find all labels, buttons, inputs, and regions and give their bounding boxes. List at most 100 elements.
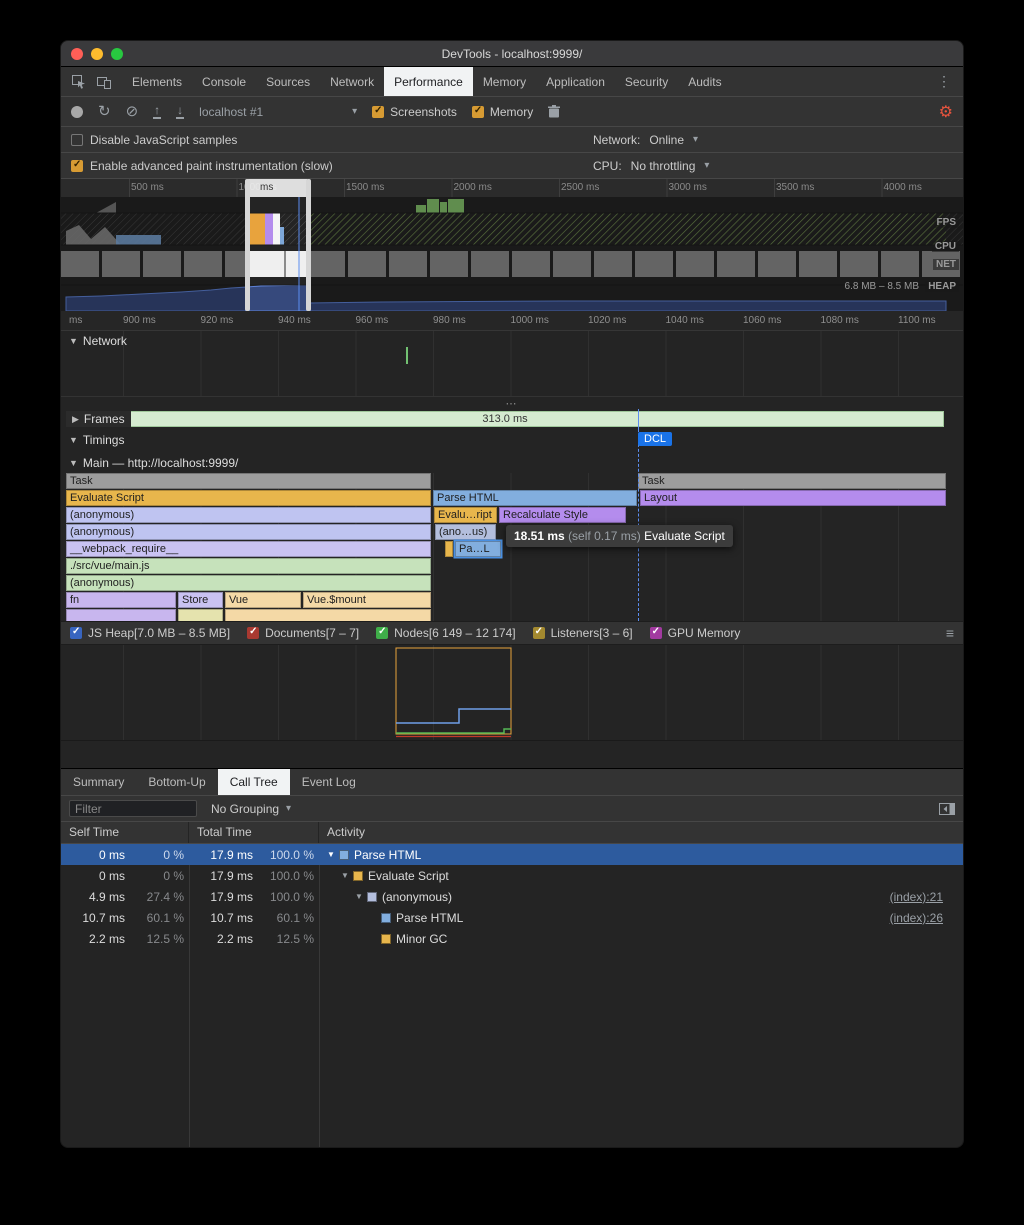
checkbox-icon: ✓ (532, 626, 545, 639)
close-window-button[interactable] (71, 48, 83, 60)
device-toolbar-icon[interactable] (96, 75, 112, 89)
timeline-overview[interactable]: 500 ms1000 ms1500 ms2000 ms2500 ms3000 m… (61, 179, 963, 312)
frames-section-header[interactable]: ▶ Frames (66, 411, 131, 427)
selection-right-handle[interactable] (306, 179, 311, 311)
screenshots-checkbox[interactable]: ✓ Screenshots (372, 105, 457, 119)
tab-network[interactable]: Network (320, 67, 384, 96)
flame-bar[interactable]: Vue.$mount (303, 592, 431, 608)
devtools-kebab-menu[interactable]: ⋮ (925, 67, 963, 96)
tab-performance[interactable]: Performance (384, 67, 473, 96)
counter-toggle[interactable]: ✓ GPU Memory (649, 626, 740, 640)
overview-chart[interactable]: FPS CPU NET HEAP 6.8 MB – 8.5 MB (61, 197, 963, 312)
details-tab-bottom-up[interactable]: Bottom-Up (136, 769, 217, 795)
flame-bar[interactable]: Task (66, 473, 431, 489)
traffic-lights (71, 48, 123, 60)
grouping-select[interactable]: No Grouping ▾ (211, 802, 291, 816)
memory-checkbox[interactable]: ✓ Memory (471, 105, 533, 119)
table-row[interactable]: 4.9 ms 27.4 % 17.9 ms 100.0 % ▼ (anonymous) (i… (61, 886, 963, 907)
details-tab-call-tree[interactable]: Call Tree (217, 769, 290, 795)
timings-section-label: Timings (82, 433, 125, 447)
overview-selection-ruler (248, 179, 307, 197)
disable-js-samples-checkbox[interactable] (71, 133, 83, 146)
counter-toggle[interactable]: ✓ JS Heap[7.0 MB – 8.5 MB] (70, 626, 230, 640)
save-profile-icon[interactable]: ↓ (176, 104, 185, 119)
tab-elements[interactable]: Elements (122, 67, 192, 96)
flame-chart[interactable]: Task Task Evaluate Script Parse HTML Layout(… (61, 473, 963, 621)
settings-gear-icon[interactable]: ⚙ (939, 102, 953, 122)
flame-bar[interactable]: ./src/vue/main.js (66, 558, 431, 574)
panel-splitter[interactable] (61, 741, 963, 769)
flame-bar[interactable]: Recalculate Style (499, 507, 626, 523)
load-profile-icon[interactable]: ↑ (153, 104, 162, 119)
tab-application[interactable]: Application (536, 67, 615, 96)
paint-instrumentation-checkbox[interactable]: ✓ (71, 159, 83, 172)
network-throttle-select[interactable]: Online (649, 133, 684, 147)
table-row[interactable]: 2.2 ms 12.5 % 2.2 ms 12.5 % Minor GC (61, 928, 963, 949)
flame-bar[interactable]: Evaluate Script (66, 490, 431, 506)
flame-bar[interactable]: Pa…L (455, 541, 501, 557)
flame-bar[interactable] (445, 541, 453, 557)
source-location-link[interactable]: (index):21 (890, 890, 963, 904)
details-tab-summary[interactable]: Summary (61, 769, 136, 795)
flame-bar[interactable] (66, 609, 176, 621)
network-request-mark[interactable] (406, 347, 408, 364)
flame-bar[interactable]: (anonymous) (66, 524, 431, 540)
cpu-throttle-select[interactable]: No throttling (631, 159, 696, 173)
flame-bar[interactable]: Vue (225, 592, 301, 608)
triangle-down-icon[interactable]: ▼ (339, 871, 351, 880)
timings-section-header[interactable]: ▼ Timings (61, 429, 963, 450)
source-location-link[interactable]: (index):26 (890, 911, 963, 925)
flame-bar[interactable]: __webpack_require__ (66, 541, 431, 557)
flame-bar[interactable] (225, 609, 431, 621)
tab-audits[interactable]: Audits (678, 67, 731, 96)
counter-toggle[interactable]: ✓ Nodes[6 149 – 12 174] (376, 626, 516, 640)
maximize-window-button[interactable] (111, 48, 123, 60)
flame-bar[interactable]: Layout (640, 490, 946, 506)
counter-toggle[interactable]: ✓ Listeners[3 – 6] (532, 626, 633, 640)
frame-bar[interactable]: 313.0 ms (66, 411, 944, 427)
section-resize-handle[interactable]: ⋯ (61, 397, 963, 410)
flame-bar[interactable]: fn (66, 592, 176, 608)
flame-bar[interactable] (178, 609, 223, 621)
column-total-time[interactable]: Total Time (189, 822, 319, 843)
show-heaviest-stack-button[interactable] (939, 802, 955, 815)
dcl-marker-badge[interactable]: DCL (638, 432, 673, 446)
tab-security[interactable]: Security (615, 67, 678, 96)
inspect-element-icon[interactable] (71, 74, 86, 89)
flame-bar[interactable]: Parse HTML (433, 490, 637, 506)
table-row[interactable]: 0 ms 0 % 17.9 ms 100.0 % ▼ Parse HTML (61, 844, 963, 865)
details-tab-event-log[interactable]: Event Log (290, 769, 368, 795)
triangle-down-icon[interactable]: ▼ (325, 850, 337, 859)
table-row[interactable]: 0 ms 0 % 17.9 ms 100.0 % ▼ Evaluate Script (61, 865, 963, 886)
clear-recordings-icon[interactable]: ⊘ (126, 104, 139, 119)
tab-memory[interactable]: Memory (473, 67, 536, 96)
reload-and-record-icon[interactable]: ↻ (98, 104, 111, 119)
tab-console[interactable]: Console (192, 67, 256, 96)
flame-bar[interactable]: Evalu…ript (434, 507, 497, 523)
record-button[interactable] (71, 105, 83, 118)
flame-bar[interactable]: (ano…us) (435, 524, 496, 540)
flame-bar[interactable]: (anonymous) (66, 507, 431, 523)
counter-toggle[interactable]: ✓ Documents[7 – 7] (247, 626, 359, 640)
memory-counters-graph[interactable] (61, 645, 963, 741)
minimize-window-button[interactable] (91, 48, 103, 60)
selection-left-handle[interactable] (245, 179, 250, 311)
tab-sources[interactable]: Sources (256, 67, 320, 96)
timings-section: ▼ Timings DCL (61, 429, 963, 451)
grouping-value: No Grouping (211, 801, 280, 816)
flame-bar[interactable]: Store (178, 592, 223, 608)
paint-instrumentation-label: Enable advanced paint instrumentation (s… (90, 158, 333, 173)
triangle-down-icon[interactable]: ▼ (353, 892, 365, 901)
flame-bar[interactable]: (anonymous) (66, 575, 431, 591)
table-row[interactable]: 10.7 ms 60.1 % 10.7 ms 60.1 % Parse HTML (ind… (61, 907, 963, 928)
network-section-header[interactable]: ▼ Network (61, 331, 963, 351)
flame-bar[interactable]: Task (638, 473, 946, 489)
column-self-time[interactable]: Self Time (61, 822, 189, 843)
column-activity[interactable]: Activity (319, 822, 963, 843)
counters-toolbar: ✓ JS Heap[7.0 MB – 8.5 MB] ✓ Documents[7 – … (61, 621, 963, 645)
main-thread-header[interactable]: ▼ Main — http://localhost:9999/ (61, 451, 963, 473)
history-select[interactable]: localhost #1 ▾ (199, 105, 357, 119)
menu-icon[interactable]: ≡ (946, 625, 954, 641)
filter-input[interactable] (69, 800, 197, 817)
trash-icon[interactable] (548, 105, 561, 118)
